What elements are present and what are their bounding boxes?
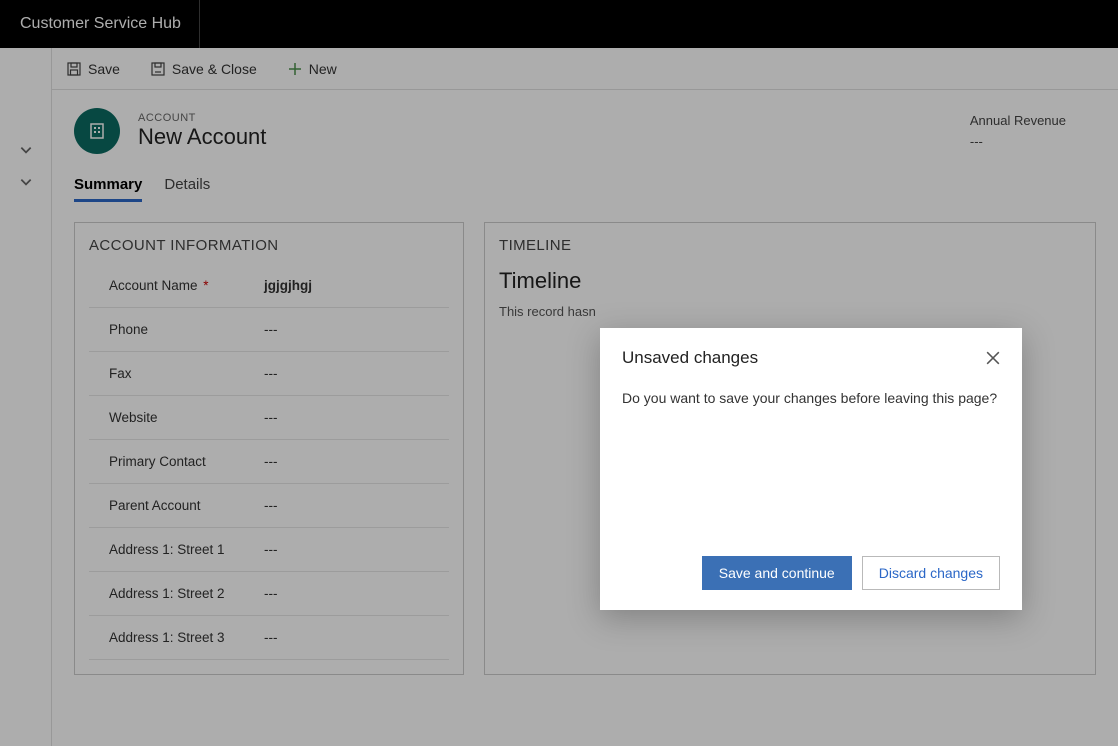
dialog-buttons: Save and continue Discard changes: [622, 556, 1000, 590]
unsaved-changes-dialog: Unsaved changes Do you want to save your…: [600, 328, 1022, 610]
dialog-header: Unsaved changes: [622, 348, 1000, 368]
close-icon[interactable]: [986, 351, 1000, 365]
dialog-message: Do you want to save your changes before …: [622, 390, 1000, 406]
save-and-continue-button[interactable]: Save and continue: [702, 556, 852, 590]
discard-changes-button[interactable]: Discard changes: [862, 556, 1000, 590]
dialog-title: Unsaved changes: [622, 348, 758, 368]
